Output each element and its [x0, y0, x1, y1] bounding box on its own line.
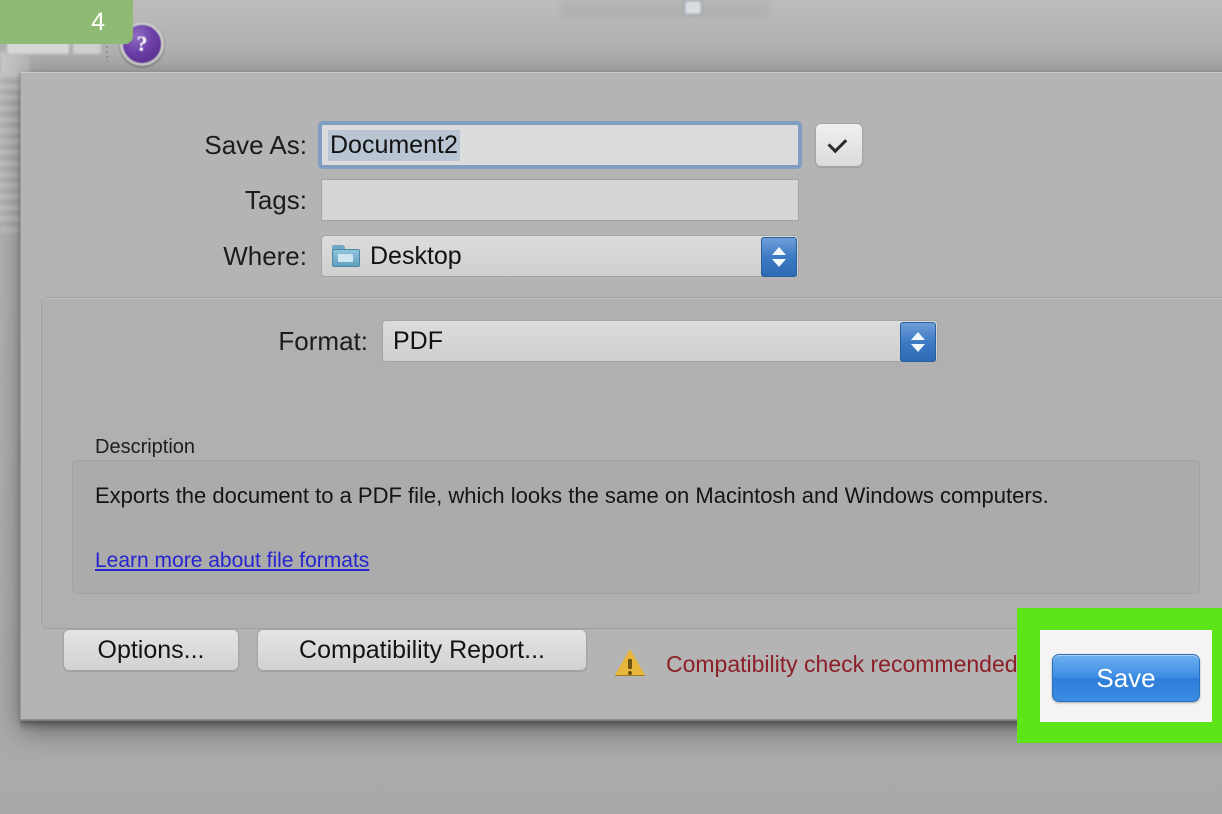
where-select[interactable]: Desktop — [321, 235, 799, 277]
chevron-up-icon — [911, 332, 925, 340]
folder-icon — [332, 245, 360, 267]
where-label: Where: — [21, 241, 321, 272]
screenshot-root: ? 4 Save As: Document2 Tags: Where: — [0, 0, 1222, 814]
save-button[interactable]: Save — [1052, 654, 1200, 702]
chevron-down-icon — [911, 344, 925, 352]
tags-row: Tags: — [21, 179, 799, 221]
background-toolbar-ghost-icon — [684, 0, 702, 15]
description-box: Exports the document to a PDF file, whic… — [72, 460, 1200, 594]
compatibility-warning-text: Compatibility check recommended — [666, 651, 1018, 678]
description-text: Exports the document to a PDF file, whic… — [95, 483, 1049, 509]
chevron-down-icon — [772, 259, 786, 267]
format-stepper[interactable] — [900, 322, 936, 362]
expand-browser-button[interactable] — [815, 123, 863, 167]
tags-input[interactable] — [321, 179, 799, 221]
options-button[interactable]: Options... — [63, 629, 239, 671]
format-label: Format: — [42, 326, 382, 357]
save-as-input[interactable]: Document2 — [321, 124, 799, 166]
save-as-label: Save As: — [21, 130, 321, 161]
format-panel: Format: PDF Description Exports the docu… — [41, 297, 1222, 629]
step-number-badge: 4 — [0, 0, 133, 44]
format-select[interactable]: PDF — [382, 320, 938, 362]
compatibility-report-button[interactable]: Compatibility Report... — [257, 629, 587, 671]
format-row: Format: PDF — [42, 320, 938, 362]
where-stepper[interactable] — [761, 237, 797, 277]
where-value: Desktop — [370, 242, 462, 271]
warning-exclamation-stroke — [628, 659, 632, 669]
chevron-down-icon — [827, 133, 847, 153]
warning-exclamation-dot — [628, 671, 632, 675]
tags-label: Tags: — [21, 185, 321, 216]
learn-more-link[interactable]: Learn more about file formats — [95, 549, 369, 573]
description-heading: Description — [95, 436, 195, 459]
save-as-value: Document2 — [328, 130, 460, 161]
chevron-up-icon — [772, 247, 786, 255]
save-as-row: Save As: Document2 — [21, 123, 863, 167]
format-value: PDF — [393, 327, 443, 356]
where-row: Where: Desktop — [21, 235, 799, 277]
background-toolbar-ghost-item — [560, 0, 770, 18]
